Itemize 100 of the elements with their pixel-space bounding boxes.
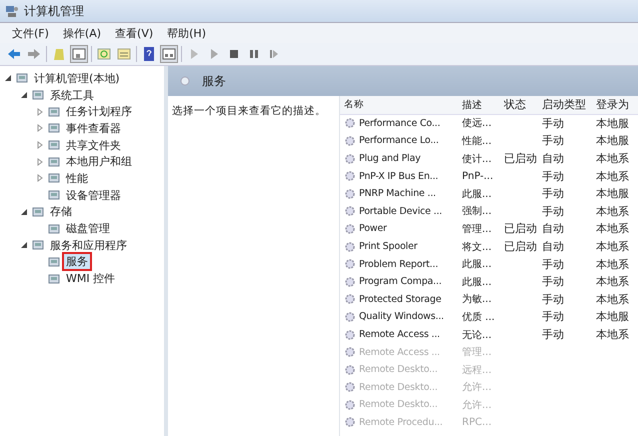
table-cell: Performance Co... [359,118,440,129]
node-icon [47,272,61,286]
table-cell-text: 管理... [462,222,492,236]
tree-item[interactable]: 设备管理器 [64,188,123,203]
table-cell: 已启动 [504,221,537,236]
expand-arrow-icon[interactable] [20,208,28,216]
service-row[interactable]: Performance Co... 使远... 手动 本地服 [340,114,638,132]
table-cell: Performance Lo... [359,135,439,146]
expand-arrow-icon[interactable] [20,91,28,100]
panel-title: 服务 [202,72,226,90]
computer-management-icon [5,4,19,18]
table-cell: Remote Access ... [359,346,440,358]
expand-arrow-icon[interactable] [20,241,28,250]
service-row[interactable]: Print Spooler 将文... 已启动 自动 本地系 [340,238,638,256]
table-cell-text: 无论... [462,328,492,342]
back-icon[interactable] [6,46,22,62]
table-cell: 手动 [542,204,564,219]
table-cell: PNRP Machine ... [359,188,436,200]
node-icon [47,154,61,169]
gear-icon [344,134,356,147]
gear-icon [344,240,356,253]
table-cell: Protected Storage [359,294,442,305]
service-row[interactable]: Quality Windows... 优质 ... 手动 本地服 [340,308,638,326]
gear-icon [344,346,356,358]
gear-icon [344,398,356,411]
column-header[interactable]: 状态 [500,97,538,112]
service-row[interactable]: Power 管理... 已启动 自动 本地系 [340,220,638,238]
menu-item[interactable]: 查看(V) [113,26,156,40]
help-icon[interactable] [141,46,157,62]
table-cell: Power [359,223,387,234]
service-row[interactable]: Protected Storage 为敏... 手动 本地系 [340,290,638,308]
tree-item[interactable]: 共享文件夹 [64,138,123,153]
column-header[interactable]: 启动类型 [538,97,592,112]
column-header[interactable]: 登录为 [592,97,638,112]
node-icon [47,222,61,236]
tree-item[interactable]: 任务计划程序 [64,104,134,120]
service-row[interactable]: Remote Access ... 无论... 手动 本地系 [340,326,638,344]
table-cell: 本地服 [596,116,629,131]
service-row[interactable]: Performance Lo... 性能... 手动 本地服 [340,132,638,150]
export-list-icon[interactable] [116,46,132,62]
menu-item[interactable]: 帮助(H) [165,26,208,40]
table-cell: 自动 [542,151,564,166]
gear-icon [344,188,356,200]
service-row[interactable]: Program Compa... 此服... 手动 本地系 [340,272,638,291]
tree-item[interactable]: 计算机管理(本地) [32,70,122,86]
service-row[interactable]: Portable Device ... 强制... 手动 本地系 [340,202,638,220]
table-cell-text: 为敏... [462,292,492,306]
tree-item[interactable]: 性能 [64,170,90,186]
console-tree-icon[interactable] [71,46,87,62]
node-icon [47,138,61,152]
table-cell: Problem Report... [359,258,438,270]
gear-icon [344,276,356,288]
table-cell: Portable Device ... [359,206,442,217]
table-cell-text: 远程... [462,364,492,377]
tree-item[interactable]: 存储 [48,204,74,220]
table-cell: Remote Deskto... [359,364,438,376]
table-cell: 自动 [542,221,564,236]
tree-item[interactable]: 服务 [64,254,90,270]
table-cell: 本地系 [596,274,629,290]
forward-icon[interactable] [26,46,42,62]
properties-icon[interactable] [161,46,177,62]
table-cell: Remote Access ... [359,329,440,340]
gear-icon [344,416,356,428]
node-icon [31,238,45,252]
expand-arrow-icon[interactable] [4,74,12,82]
menu-item[interactable]: 文件(F) [10,26,51,40]
node-icon [47,188,61,202]
gear-icon [344,170,356,182]
service-row[interactable]: Problem Report... 此服... 手动 本地系 [340,255,638,273]
table-cell-text: 此服... [462,276,492,289]
column-header[interactable]: 描述 [458,98,500,112]
service-row[interactable]: PNRP Machine ... 此服... 手动 本地服 [340,184,638,203]
table-cell: 已启动 [504,239,537,254]
refresh-icon[interactable] [96,46,112,62]
tree-item[interactable]: 事件查看器 [64,120,123,136]
service-row[interactable]: Plug and Play 使计... 已启动 自动 本地系 [340,150,638,168]
gear-icon [344,310,356,323]
table-cell-text: 允许... [462,398,492,412]
gear-icon [344,364,356,376]
tree-item[interactable]: 磁盘管理 [64,221,112,236]
table-cell: 本地系 [596,239,629,254]
column-header[interactable]: 名称 [340,98,458,112]
table-cell: Remote Deskto... [359,399,438,410]
table-cell: 手动 [542,168,564,184]
table-cell: 手动 [542,186,564,202]
node-icon [47,104,61,119]
table-cell: 本地系 [596,151,629,166]
service-row[interactable]: PnP-X IP Bus En... PnP-... 手动 本地系 [340,167,638,185]
table-cell-text: 性能... [462,134,492,148]
tree-item[interactable]: 服务和应用程序 [48,238,129,253]
gear-icon [344,205,356,218]
table-cell: 本地系 [596,221,629,236]
table-cell: Remote Procedu... [359,416,443,428]
tree-item[interactable]: 本地用户和组 [64,154,134,170]
node-icon [47,171,61,186]
tree-item[interactable]: WMI 控件 [64,271,118,286]
tree-item[interactable]: 系统工具 [48,88,96,103]
menu-item[interactable]: 操作(A) [60,26,104,40]
node-icon [47,121,61,136]
description-text: 选择一个项目来查看它的描述。 [172,105,326,117]
